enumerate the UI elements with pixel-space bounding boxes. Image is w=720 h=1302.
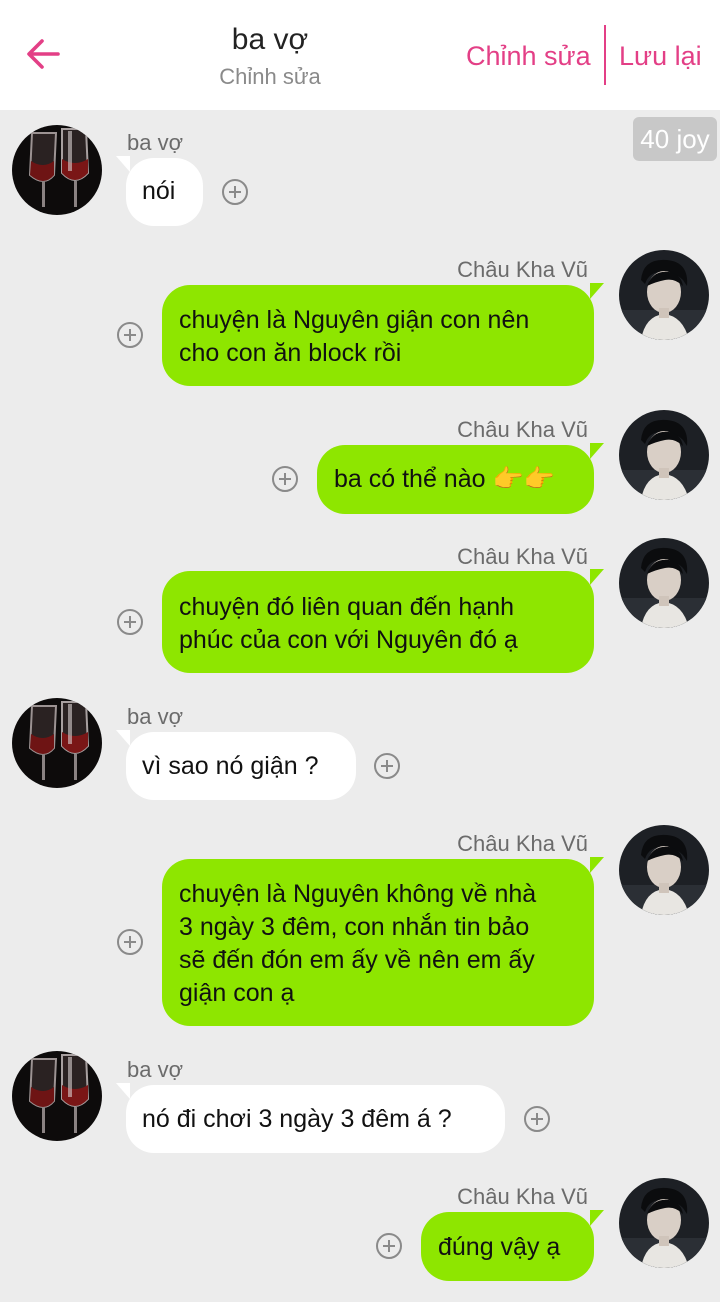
message-text: chuyện đó liên quan đến hạnh phúc của co… (179, 593, 518, 654)
message-text: chuyện là Nguyên giận con nên cho con ăn… (179, 306, 530, 367)
avatar-boy (619, 410, 709, 500)
add-reaction-icon[interactable] (222, 179, 248, 205)
avatar-boy (619, 825, 709, 915)
edit-button[interactable]: Chỉnh sửa (466, 38, 591, 74)
add-reaction-icon[interactable] (117, 609, 143, 635)
profile-photo-icon (619, 410, 709, 500)
page-title: ba vợ (231, 23, 309, 56)
back-button[interactable] (22, 32, 66, 76)
sender-name: Châu Kha Vũ (457, 1184, 588, 1209)
profile-photo-icon (619, 538, 709, 628)
bubble-tail (590, 857, 604, 873)
message-text: đúng vậy ạ (438, 1233, 561, 1261)
message-bubble[interactable]: nó đi chơi 3 ngày 3 đêm á ? (116, 1083, 505, 1153)
bubble-tail (590, 283, 604, 299)
sender-name: Châu Kha Vũ (457, 417, 588, 442)
add-reaction-icon[interactable] (376, 1233, 402, 1259)
profile-photo-icon (619, 1178, 709, 1268)
add-reaction-icon[interactable] (117, 929, 143, 955)
avatar-boy (619, 250, 709, 340)
bubble-tail (116, 1083, 130, 1099)
header-divider (604, 25, 606, 85)
profile-photo-icon (619, 250, 709, 340)
message-bubble[interactable]: chuyện đó liên quan đến hạnh phúc của co… (162, 569, 604, 673)
avatar-boy (619, 1178, 709, 1268)
message-text: vì sao nó giận ? (142, 752, 319, 780)
add-reaction-icon[interactable] (524, 1106, 550, 1132)
message-bubble[interactable]: chuyện là Nguyên không về nhà 3 ngày 3 đ… (162, 857, 604, 1026)
app-header: ba vợ Chỉnh sửa Chỉnh sửa Lưu lại (0, 0, 720, 110)
avatar-wine (12, 698, 102, 788)
sender-name: Châu Kha Vũ (457, 831, 588, 856)
title-block: ba vợ Chỉnh sửa (160, 22, 380, 92)
arrow-left-icon (27, 39, 60, 69)
message-text: chuyện là Nguyên không về nhà 3 ngày 3 đ… (179, 880, 537, 1007)
message-text: nói (142, 177, 176, 205)
message-bubble[interactable]: nói (116, 156, 203, 226)
sender-name: ba vợ (127, 704, 184, 729)
bubble-tail (590, 443, 604, 459)
sender-name: Châu Kha Vũ (457, 544, 588, 569)
add-reaction-icon[interactable] (272, 466, 298, 492)
bubble-tail (590, 569, 604, 585)
profile-photo-icon (619, 825, 709, 915)
wine-glass-icon (12, 1051, 102, 1141)
wine-glass-icon (12, 125, 102, 215)
avatar-wine (12, 1051, 102, 1141)
bubble-tail (116, 156, 130, 172)
avatar-wine (12, 125, 102, 215)
save-button[interactable]: Lưu lại (619, 38, 702, 74)
sender-name: ba vợ (127, 1057, 184, 1082)
page-subtitle: Chỉnh sửa (219, 64, 321, 89)
message-text: nó đi chơi 3 ngày 3 đêm á ? (142, 1105, 452, 1133)
message-bubble[interactable]: chuyện là Nguyên giận con nên cho con ăn… (162, 283, 604, 386)
message-bubble[interactable]: đúng vậy ạ (421, 1210, 604, 1281)
sender-name: ba vợ (127, 130, 184, 155)
wine-glass-icon (12, 698, 102, 788)
message-bubble[interactable]: ba có thể nào 👉👉 (317, 443, 604, 514)
sender-name: Châu Kha Vũ (457, 257, 588, 282)
bubble-tail (116, 730, 130, 746)
joy-badge: 40 joy (633, 117, 717, 161)
message-text: ba có thể nào 👉👉 (334, 465, 555, 493)
add-reaction-icon[interactable] (374, 753, 400, 779)
add-reaction-icon[interactable] (117, 322, 143, 348)
avatar-boy (619, 538, 709, 628)
bubble-tail (590, 1210, 604, 1226)
message-bubble[interactable]: vì sao nó giận ? (116, 730, 356, 800)
